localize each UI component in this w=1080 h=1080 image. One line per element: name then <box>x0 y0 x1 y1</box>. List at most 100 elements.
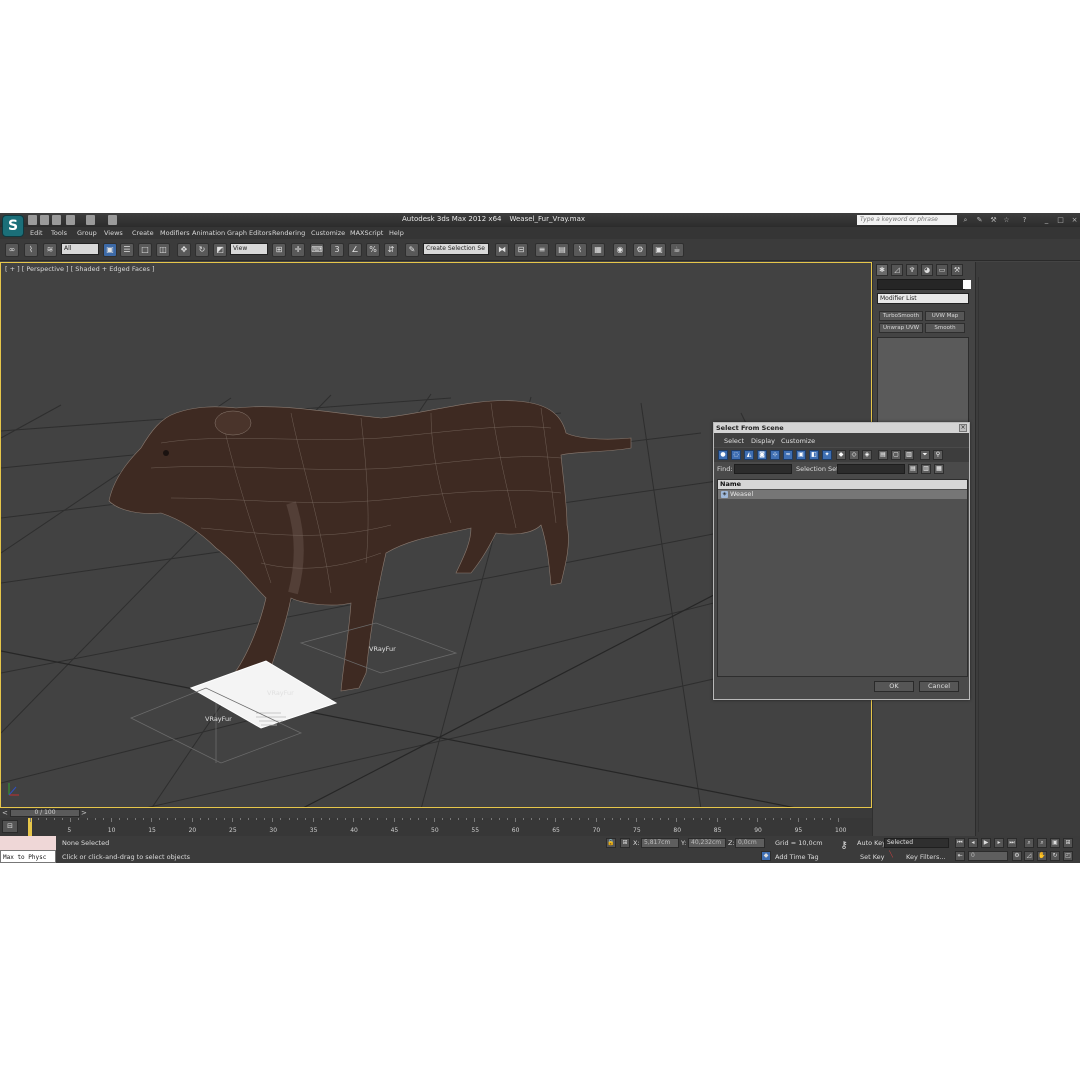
bind-spacewarp-icon[interactable]: ≋ <box>43 243 57 257</box>
key-filters-button[interactable]: Key Filters... <box>906 853 946 861</box>
time-config-icon[interactable]: ⚙ <box>1012 851 1022 861</box>
dialog-close-icon[interactable]: × <box>959 424 967 432</box>
display-helpers-icon[interactable]: ⊹ <box>770 450 780 460</box>
select-from-scene-dialog[interactable]: Select From Scene × Select Display Custo… <box>713 422 970 700</box>
close-icon[interactable]: × <box>1070 216 1079 224</box>
list-item[interactable]: ◈ Weasel <box>718 490 967 499</box>
redo-icon[interactable] <box>86 215 95 225</box>
reference-coord-dropdown[interactable]: View <box>230 243 268 255</box>
object-color-swatch[interactable] <box>963 280 971 289</box>
pan-icon[interactable]: ✋ <box>1037 851 1047 861</box>
display-invert-icon[interactable]: ◈ <box>862 450 872 460</box>
modifier-stack[interactable] <box>877 337 969 427</box>
dialog-menu-select[interactable]: Select <box>724 437 744 445</box>
play-icon[interactable]: ▶ <box>981 838 991 848</box>
material-editor-icon[interactable]: ◉ <box>613 243 627 257</box>
window-crossing-icon[interactable]: ◫ <box>156 243 170 257</box>
pivot-center-icon[interactable]: ⊞ <box>272 243 286 257</box>
current-frame-field[interactable]: 0 <box>968 851 1008 861</box>
graphite-tools-icon[interactable]: ▤ <box>555 243 569 257</box>
display-cameras-icon[interactable]: ◙ <box>757 450 767 460</box>
zoom-extents-all-icon[interactable]: ⊞ <box>1063 838 1073 848</box>
unlink-icon[interactable]: ⌇ <box>24 243 38 257</box>
menu-group[interactable]: Group <box>77 229 97 237</box>
display-spacewarps-icon[interactable]: ≈ <box>783 450 793 460</box>
track-bar[interactable]: ⊟ 5 10 15 20 25 30 35 40 45 50 55 60 65 70 75 80 85 90 95 1… <box>0 818 872 836</box>
display-tab-icon[interactable]: ▭ <box>936 264 948 276</box>
select-object-icon[interactable]: ▣ <box>103 243 117 257</box>
render-setup-icon[interactable]: ⚙ <box>633 243 647 257</box>
select-manipulate-icon[interactable]: ✛ <box>291 243 305 257</box>
save-file-icon[interactable] <box>52 215 61 225</box>
hierarchy-tab-icon[interactable]: ♆ <box>906 264 918 276</box>
display-xrefs-icon[interactable]: ◧ <box>809 450 819 460</box>
subscription-icon[interactable]: ✎ <box>975 216 984 224</box>
time-tag-icon[interactable]: ◆ <box>761 851 771 861</box>
layer-manager-icon[interactable]: ≡ <box>535 243 549 257</box>
dialog-menu-customize[interactable]: Customize <box>781 437 815 445</box>
help-search-input[interactable]: Type a keyword or phrase <box>857 215 957 225</box>
keyboard-shortcut-icon[interactable]: ⌨ <box>310 243 324 257</box>
maximize-icon[interactable]: □ <box>1056 216 1065 224</box>
field-of-view-icon[interactable]: ◿ <box>1024 851 1034 861</box>
select-invert-icon[interactable]: ▥ <box>904 450 914 460</box>
display-groups-icon[interactable]: ▣ <box>796 450 806 460</box>
menu-tools[interactable]: Tools <box>51 229 67 237</box>
scene-object-list[interactable]: Name ◈ Weasel <box>717 479 968 677</box>
project-folder-icon[interactable] <box>108 215 117 225</box>
curve-editor-icon[interactable]: ⌇ <box>573 243 587 257</box>
dialog-title[interactable]: Select From Scene <box>714 423 969 433</box>
orbit-icon[interactable]: ↻ <box>1050 851 1060 861</box>
motion-tab-icon[interactable]: ◕ <box>921 264 933 276</box>
modifier-list-dropdown[interactable]: Modifier List <box>877 293 969 304</box>
selection-set-remove-icon[interactable]: ▥ <box>921 464 931 474</box>
zoom-all-icon[interactable]: ⌕ <box>1037 838 1047 848</box>
maxscript-listener-output[interactable] <box>0 836 56 850</box>
favorites-icon[interactable]: ☆ <box>1002 216 1011 224</box>
display-lights-icon[interactable]: ◭ <box>744 450 754 460</box>
menu-modifiers[interactable]: Modifiers <box>160 229 190 237</box>
align-icon[interactable]: ⊟ <box>514 243 528 257</box>
new-file-icon[interactable] <box>28 215 37 225</box>
mirror-icon[interactable]: ⧓ <box>495 243 509 257</box>
rectangular-region-icon[interactable]: □ <box>138 243 152 257</box>
dialog-menu-display[interactable]: Display <box>751 437 775 445</box>
display-all-icon[interactable]: ◆ <box>836 450 846 460</box>
select-move-icon[interactable]: ✥ <box>177 243 191 257</box>
key-mode-toggle-icon[interactable]: ⇤ <box>955 851 965 861</box>
display-bones-icon[interactable]: ✦ <box>822 450 832 460</box>
render-production-icon[interactable]: ☕ <box>670 243 684 257</box>
menu-maxscript[interactable]: MAXScript <box>350 229 383 237</box>
ok-button[interactable]: OK <box>874 681 914 692</box>
menu-animation[interactable]: Animation <box>192 229 225 237</box>
turbosmooth-button[interactable]: TurboSmooth <box>879 311 923 321</box>
zoom-icon[interactable]: ⌕ <box>1024 838 1034 848</box>
goto-end-icon[interactable]: ⏭ <box>1007 838 1017 848</box>
slider-next-icon[interactable]: > <box>81 809 87 817</box>
maxscript-mini-listener[interactable]: Max to Physc <box>0 850 56 863</box>
absolute-mode-icon[interactable]: ⊞ <box>620 838 630 848</box>
unwrap-uvw-button[interactable]: Unwrap UVW <box>879 323 923 333</box>
display-geometry-icon[interactable]: ● <box>718 450 728 460</box>
find-input[interactable] <box>734 464 792 474</box>
select-by-name-icon[interactable]: ☰ <box>120 243 134 257</box>
set-key-icon[interactable]: ⚷ <box>836 841 852 856</box>
key-mode-dropdown[interactable]: Selected <box>884 838 949 848</box>
edit-named-selection-icon[interactable]: ✎ <box>405 243 419 257</box>
y-coordinate-field[interactable]: 40,232cm <box>688 838 726 848</box>
mini-curve-editor-icon[interactable]: ⊟ <box>2 820 18 833</box>
smooth-button[interactable]: Smooth <box>925 323 965 333</box>
link-icon[interactable]: ∞ <box>5 243 19 257</box>
time-slider-knob[interactable]: 0 / 100 <box>10 809 80 817</box>
set-key-button[interactable]: Set Key <box>860 853 885 861</box>
select-rotate-icon[interactable]: ↻ <box>195 243 209 257</box>
key-filter-icon[interactable]: ╲ <box>886 851 896 861</box>
slider-prev-icon[interactable]: < <box>2 809 8 817</box>
x-coordinate-field[interactable]: 5,817cm <box>641 838 679 848</box>
select-none-icon[interactable]: ▢ <box>891 450 901 460</box>
minimize-icon[interactable]: _ <box>1042 216 1051 224</box>
filter-options-icon[interactable]: ⚲ <box>933 450 943 460</box>
next-frame-icon[interactable]: ▸ <box>994 838 1004 848</box>
selection-set-dropdown[interactable] <box>837 464 905 474</box>
spinner-snap-icon[interactable]: ⇵ <box>384 243 398 257</box>
